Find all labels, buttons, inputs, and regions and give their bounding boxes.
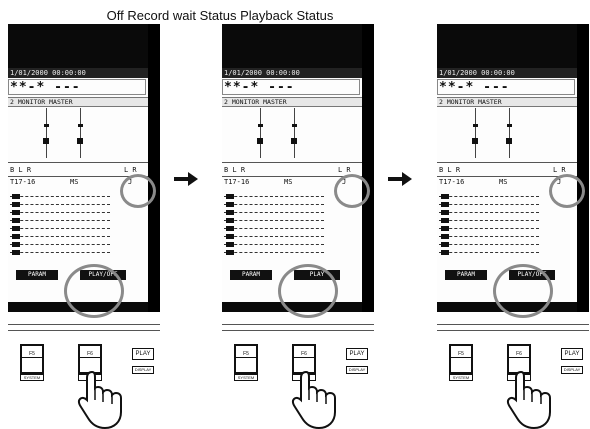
date-bar: 1/01/2000 00:00:00: [437, 68, 577, 78]
ms-label: MS: [499, 178, 508, 186]
meter-line: [80, 108, 81, 158]
softkey-param[interactable]: PARAM: [230, 270, 272, 280]
panel-record-wait: 1/01/2000 00:00:00 **-* --- 2 MONITOR MA…: [222, 24, 382, 429]
divider: [437, 162, 577, 163]
divider: [8, 162, 148, 163]
meter-tick: [507, 124, 512, 127]
highlight-circle-softkey: [278, 264, 338, 318]
display-button[interactable]: DISPLAY: [561, 366, 583, 374]
play-button[interactable]: PLAY: [346, 348, 368, 360]
softkey-param[interactable]: PARAM: [445, 270, 487, 280]
meter-line: [46, 108, 47, 158]
meter-tick: [78, 124, 83, 127]
pointing-hand-icon: [291, 370, 336, 429]
f5-button[interactable]: F5 SYSTEM: [234, 344, 258, 381]
pointing-hand-icon: [506, 370, 551, 429]
right-arrow-icon: [388, 172, 412, 186]
panel-off: 1/01/2000 00:00:00 **-* --- 2 MONITOR MA…: [8, 24, 168, 429]
divider: [437, 330, 589, 331]
f5-label: F5: [236, 350, 256, 358]
meter-box: [43, 138, 49, 144]
divider: [8, 330, 160, 331]
f5-button[interactable]: F5 SYSTEM: [449, 344, 473, 381]
highlight-circle-softkey: [64, 264, 124, 318]
date-bar: 1/01/2000 00:00:00: [222, 68, 362, 78]
highlight-circle-lr: [334, 174, 370, 208]
time-counter: **-* ---: [10, 80, 81, 95]
ms-label: MS: [284, 178, 293, 186]
mixer-grid: [439, 192, 539, 262]
f5-sub-label: SYSTEM: [234, 374, 258, 381]
f6-label: F6: [509, 350, 529, 358]
meter-tick: [44, 124, 49, 127]
monitor-master-header: 2 MONITOR MASTER: [8, 97, 148, 107]
meter-box: [291, 138, 297, 144]
display-button[interactable]: DISPLAY: [346, 366, 368, 374]
meter-tick: [258, 124, 263, 127]
play-button[interactable]: PLAY: [132, 348, 154, 360]
divider: [222, 330, 374, 331]
meter-line: [509, 108, 510, 158]
f5-label: F5: [22, 350, 42, 358]
ms-label: MS: [70, 178, 79, 186]
meter-tick: [292, 124, 297, 127]
lr-label-left: B L R: [439, 166, 461, 174]
highlight-circle-lr: [549, 174, 585, 208]
f5-sub-label: SYSTEM: [449, 374, 473, 381]
meter-box: [77, 138, 83, 144]
panel-playback: 1/01/2000 00:00:00 **-* --- 2 MONITOR MA…: [437, 24, 590, 429]
divider: [437, 324, 589, 325]
channel-range: T17-16: [10, 178, 36, 186]
lr-label-right: L R: [124, 166, 137, 174]
lr-label-right: L R: [553, 166, 566, 174]
divider: [222, 324, 374, 325]
softkey-param[interactable]: PARAM: [16, 270, 58, 280]
lr-label-left: B L R: [10, 166, 32, 174]
play-button[interactable]: PLAY: [561, 348, 583, 360]
page-heading: Off Record wait Status Playback Status: [106, 8, 334, 23]
meter-line: [260, 108, 261, 158]
highlight-circle-lr: [120, 174, 156, 208]
meter-tick: [473, 124, 478, 127]
f5-label: F5: [451, 350, 471, 358]
lr-label-left: B L R: [224, 166, 246, 174]
highlight-circle-softkey: [493, 264, 553, 318]
meter-box: [472, 138, 478, 144]
divider: [222, 162, 362, 163]
meter-line: [294, 108, 295, 158]
time-counter: **-* ---: [224, 80, 295, 95]
mixer-grid: [224, 192, 324, 262]
lr-label-right: L R: [338, 166, 351, 174]
f6-label: F6: [80, 350, 100, 358]
date-bar: 1/01/2000 00:00:00: [8, 68, 148, 78]
meter-box: [506, 138, 512, 144]
monitor-master-header: 2 MONITOR MASTER: [222, 97, 362, 107]
divider: [8, 324, 160, 325]
monitor-master-header: 2 MONITOR MASTER: [437, 97, 577, 107]
f5-sub-label: SYSTEM: [20, 374, 44, 381]
meter-box: [257, 138, 263, 144]
right-arrow-icon: [174, 172, 198, 186]
channel-range: T17-16: [439, 178, 465, 186]
pointing-hand-icon: [77, 370, 122, 429]
f6-label: F6: [294, 350, 314, 358]
meter-line: [475, 108, 476, 158]
display-button[interactable]: DISPLAY: [132, 366, 154, 374]
time-counter: **-* ---: [439, 80, 510, 95]
mixer-grid: [10, 192, 110, 262]
channel-range: T17-16: [224, 178, 250, 186]
f5-button[interactable]: F5 SYSTEM: [20, 344, 44, 381]
